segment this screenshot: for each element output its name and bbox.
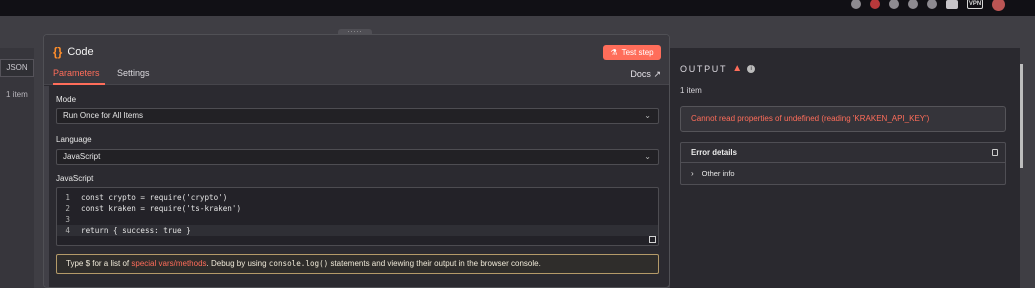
code-node-panel: {} Code ⚗ Test step Parameters Settings … [43, 34, 670, 288]
mode-select[interactable]: Run Once for All Items ⌄ [56, 108, 659, 124]
line-number: 2 [65, 204, 70, 213]
node-title: {} Code [53, 45, 94, 59]
code-text: return { success: true } [81, 226, 191, 235]
tab-parameters[interactable]: Parameters [53, 68, 105, 85]
input-panel [0, 48, 34, 288]
line-number: 3 [65, 215, 70, 224]
code-line: 3 [57, 214, 658, 225]
tab-settings[interactable]: Settings [117, 68, 150, 83]
test-step-button[interactable]: ⚗ Test step [603, 45, 661, 60]
language-select[interactable]: JavaScript ⌄ [56, 149, 659, 165]
vpn-icon[interactable]: VPN [967, 0, 983, 9]
extension-puzzle-icon[interactable] [946, 0, 958, 9]
error-details-title: Error details [691, 148, 737, 157]
bookmark-icon[interactable] [851, 0, 861, 9]
info-icon[interactable]: i [747, 64, 756, 73]
line-number: 4 [65, 226, 70, 235]
line-number: 1 [65, 193, 70, 202]
other-info-toggle[interactable]: › Other info [691, 169, 735, 178]
output-item-count: 1 item [680, 86, 702, 95]
output-title: OUTPUT ▲ i [680, 63, 756, 74]
docs-link[interactable]: Docs ↗ [630, 69, 661, 80]
special-vars-link[interactable]: special vars/methods [131, 259, 206, 268]
javascript-label: JavaScript [56, 174, 94, 183]
code-editor[interactable]: 1 const crypto = require('crypto') 2 con… [56, 187, 659, 246]
right-scrollbar[interactable] [1020, 64, 1023, 168]
tip-prefix: Type $ for a list of [66, 259, 132, 268]
other-info-label: Other info [701, 169, 735, 178]
browser-toolbar: VPN [0, 0, 1035, 16]
browser-extension-icons: VPN [851, 0, 1005, 11]
output-title-text: OUTPUT [680, 63, 728, 74]
chevron-down-icon: ⌄ [644, 152, 651, 161]
error-details: Error details › Other info [680, 142, 1006, 185]
test-step-label: Test step [621, 48, 654, 57]
parameters-scrollbar[interactable] [44, 86, 49, 287]
output-panel: OUTPUT ▲ i 1 item Cannot read properties… [670, 48, 1020, 288]
mode-label: Mode [56, 95, 77, 104]
code-panel-header: {} Code ⚗ Test step Parameters Settings … [44, 35, 669, 85]
extension-eyes-icon[interactable] [889, 0, 899, 9]
code-line-active: 4 return { success: true } [57, 225, 658, 236]
copy-icon[interactable] [992, 149, 998, 156]
code-tip: Type $ for a list of special vars/method… [56, 254, 659, 274]
external-link-icon: ↗ [653, 69, 661, 79]
flask-icon: ⚗ [610, 48, 618, 57]
json-tab[interactable]: JSON [0, 59, 34, 77]
extension-gear-icon[interactable] [908, 0, 918, 9]
profile-avatar[interactable] [992, 0, 1005, 11]
chevron-right-icon: › [691, 169, 694, 178]
docs-label: Docs [630, 69, 651, 79]
language-label: Language [56, 135, 92, 144]
code-line: 2 const kraken = require('ts-kraken') [57, 203, 658, 214]
extension-red-icon[interactable] [870, 0, 880, 9]
resize-handle-icon[interactable] [649, 236, 656, 243]
error-details-header[interactable]: Error details [681, 143, 1005, 163]
error-message: Cannot read properties of undefined (rea… [680, 106, 1006, 132]
chevron-down-icon: ⌄ [644, 111, 651, 120]
code-text: const crypto = require('crypto') [81, 193, 228, 202]
braces-icon: {} [53, 45, 63, 59]
mode-value: Run Once for All Items [63, 111, 144, 120]
warning-icon: ▲ [732, 63, 743, 74]
console-log-code: console.log() [268, 259, 329, 268]
tip-suffix: statements and viewing their output in t… [328, 259, 541, 268]
code-line: 1 const crypto = require('crypto') [57, 192, 658, 203]
input-item-count: 1 item [6, 90, 28, 99]
node-title-text: Code [67, 46, 94, 58]
tip-middle: . Debug by using [206, 259, 269, 268]
language-value: JavaScript [63, 152, 101, 161]
code-text: const kraken = require('ts-kraken') [81, 204, 242, 213]
extension-circle-icon[interactable] [927, 0, 937, 9]
